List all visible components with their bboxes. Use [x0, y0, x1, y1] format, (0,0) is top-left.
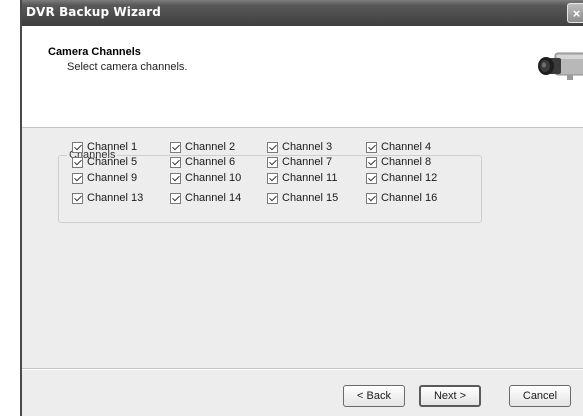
channel-label: Channel 7 [282, 156, 333, 168]
channel-checkbox-9[interactable]: Channel 9 [72, 171, 137, 185]
channel-checkbox-16[interactable]: Channel 16 [366, 191, 437, 205]
channel-label: Channel 6 [185, 156, 236, 168]
channel-label: Channel 16 [381, 192, 438, 204]
channel-checkbox-4[interactable]: Channel 4 [366, 140, 431, 154]
wizard-header: Camera Channels Select camera channels. [22, 26, 583, 128]
channel-label: Channel 10 [185, 172, 242, 184]
wizard-window: DVR Backup Wizard × Camera Channels Sele… [20, 0, 583, 416]
checkbox-checked-icon[interactable] [267, 192, 278, 204]
close-icon: × [572, 6, 581, 21]
channel-checkbox-8[interactable]: Channel 8 [366, 155, 431, 169]
channel-label: Channel 11 [282, 172, 338, 184]
title-bar[interactable]: DVR Backup Wizard × [22, 0, 583, 26]
channel-checkbox-5[interactable]: Channel 5 [72, 155, 137, 169]
checkbox-checked-icon[interactable] [267, 141, 278, 153]
checkbox-checked-icon[interactable] [366, 141, 377, 153]
channel-checkbox-13[interactable]: Channel 13 [72, 191, 143, 205]
channel-label: Channel 5 [87, 156, 138, 168]
channel-label: Channel 2 [185, 141, 236, 153]
checkbox-checked-icon[interactable] [170, 172, 181, 184]
checkbox-checked-icon[interactable] [170, 156, 181, 168]
channel-label: Channel 12 [381, 172, 438, 184]
checkbox-checked-icon[interactable] [366, 156, 377, 168]
channel-label: Channel 4 [381, 141, 432, 153]
channel-label: Channel 15 [282, 192, 339, 204]
checkbox-checked-icon[interactable] [366, 172, 377, 184]
page-subtitle: Select camera channels. [67, 61, 188, 73]
channel-checkbox-10[interactable]: Channel 10 [170, 171, 241, 185]
back-button[interactable]: < Back [343, 385, 405, 407]
channel-checkbox-1[interactable]: Channel 1 [72, 140, 137, 154]
checkbox-checked-icon[interactable] [72, 172, 83, 184]
channel-label: Channel 14 [185, 192, 242, 204]
channel-checkbox-2[interactable]: Channel 2 [170, 140, 235, 154]
checkbox-checked-icon[interactable] [267, 156, 278, 168]
channel-label: Channel 1 [87, 141, 138, 153]
channel-checkbox-15[interactable]: Channel 15 [267, 191, 338, 205]
checkbox-checked-icon[interactable] [170, 141, 181, 153]
channel-checkbox-14[interactable]: Channel 14 [170, 191, 241, 205]
checkbox-checked-icon[interactable] [170, 192, 181, 204]
close-button[interactable]: × [567, 3, 583, 23]
window-title: DVR Backup Wizard [26, 5, 161, 19]
channel-label: Channel 13 [87, 192, 144, 204]
checkbox-checked-icon[interactable] [267, 172, 278, 184]
page-title: Camera Channels [48, 46, 141, 58]
cancel-button[interactable]: Cancel [509, 385, 571, 407]
camera-icon [538, 52, 583, 80]
channel-label: Channel 3 [282, 141, 333, 153]
checkbox-checked-icon[interactable] [72, 192, 83, 204]
checkbox-checked-icon[interactable] [366, 192, 377, 204]
next-button[interactable]: Next > [419, 385, 481, 407]
checkbox-checked-icon[interactable] [72, 141, 83, 153]
channel-checkbox-11[interactable]: Channel 11 [267, 171, 337, 185]
footer-divider [22, 368, 583, 370]
channel-checkbox-6[interactable]: Channel 6 [170, 155, 235, 169]
checkbox-checked-icon[interactable] [72, 156, 83, 168]
channel-label: Channel 9 [87, 172, 138, 184]
channel-checkbox-7[interactable]: Channel 7 [267, 155, 332, 169]
channel-checkbox-12[interactable]: Channel 12 [366, 171, 437, 185]
channel-checkbox-3[interactable]: Channel 3 [267, 140, 332, 154]
channel-label: Channel 8 [381, 156, 432, 168]
